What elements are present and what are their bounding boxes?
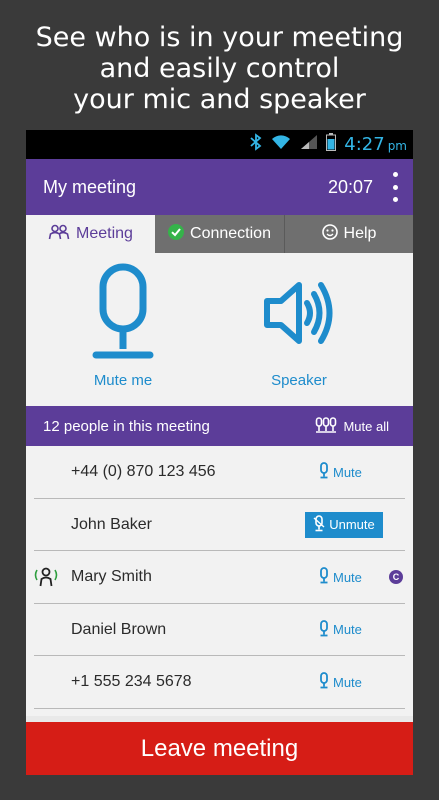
chairperson-badge: C <box>389 570 403 585</box>
participant-name: +44 (0) 870 123 456 <box>71 463 216 481</box>
speaking-person-icon <box>34 566 58 593</box>
audio-controls: Mute me Speaker <box>26 253 413 406</box>
group-mic-icon <box>315 416 337 437</box>
speaker-label: Speaker <box>271 372 327 389</box>
microphone-icon <box>319 567 329 587</box>
mute-label: Mute <box>333 569 362 585</box>
participant-name: +1 555 234 5678 <box>71 673 192 691</box>
tab-bar: Meeting Connection Help <box>26 215 413 253</box>
participant-name: Mary Smith <box>71 568 152 586</box>
signal-icon <box>300 134 318 155</box>
microphone-icon <box>88 263 158 367</box>
meeting-title: My meeting <box>43 176 137 197</box>
mute-me-label: Mute me <box>93 372 153 389</box>
list-item: +44 (0) 870 123 456 Mute <box>26 446 413 499</box>
leave-meeting-button[interactable]: Leave meeting <box>26 722 413 775</box>
phone-screen: 4:27 pm My meeting 20:07 Meeting Connecti… <box>26 130 413 775</box>
mute-participant-button[interactable]: Mute <box>319 619 362 640</box>
speaker-button[interactable]: Speaker <box>229 263 369 389</box>
people-icon <box>48 224 70 245</box>
unmute-label: Unmute <box>329 517 375 533</box>
microphone-icon <box>319 672 329 692</box>
mute-participant-button[interactable]: Mute <box>319 567 362 587</box>
participant-name: John Baker <box>71 515 152 533</box>
app-bar: My meeting 20:07 <box>26 159 413 215</box>
promo-line-3: your mic and speaker <box>73 84 366 115</box>
help-face-icon <box>321 223 338 245</box>
overflow-menu-icon[interactable] <box>391 172 399 202</box>
meeting-timer: 20:07 <box>327 176 373 197</box>
promo-line-1: See who is in your meeting <box>35 22 404 53</box>
tab-connection[interactable]: Connection <box>155 215 285 253</box>
participants-header: 12 people in this meeting Mute all <box>26 406 413 446</box>
mute-participant-button[interactable]: Mute <box>319 672 362 692</box>
status-time: 4:27 pm <box>344 134 407 155</box>
unmute-participant-button[interactable]: Unmute <box>305 511 383 538</box>
list-item: Daniel Brown Mute <box>26 604 413 657</box>
list-item: Mary Smith Mute C <box>26 551 413 604</box>
status-ampm: pm <box>387 139 407 153</box>
mute-all-label: Mute all <box>343 418 389 434</box>
battery-icon <box>326 133 337 156</box>
list-item: John Baker Unmute <box>26 499 413 552</box>
muted-microphone-icon <box>313 514 325 535</box>
promo-caption: See who is in your meeting and easily co… <box>0 22 439 115</box>
mute-label: Mute <box>333 622 362 638</box>
speaker-icon <box>259 282 339 367</box>
status-bar: 4:27 pm <box>26 130 413 159</box>
bluetooth-icon <box>250 133 262 156</box>
mute-label: Mute <box>333 464 362 480</box>
participant-name: Daniel Brown <box>71 620 167 638</box>
tab-meeting-label: Meeting <box>76 225 133 242</box>
list-item: +1 555 234 5678 Mute <box>26 656 413 709</box>
tab-help-label: Help <box>343 225 377 242</box>
check-circle-icon <box>168 223 185 245</box>
promo-line-2: and easily control <box>99 53 340 84</box>
wifi-icon <box>270 134 292 155</box>
participant-count: 12 people in this meeting <box>43 417 210 435</box>
tab-meeting[interactable]: Meeting <box>26 215 155 253</box>
microphone-icon <box>319 462 329 482</box>
mute-label: Mute <box>333 674 362 690</box>
mute-all-button[interactable]: Mute all <box>315 416 389 437</box>
participant-list: +44 (0) 870 123 456 Mute John Baker Unmu… <box>26 446 413 716</box>
tab-connection-label: Connection <box>190 225 271 242</box>
mute-participant-button[interactable]: Mute <box>319 462 362 482</box>
mute-me-button[interactable]: Mute me <box>53 263 193 389</box>
tab-help[interactable]: Help <box>285 215 413 253</box>
microphone-icon <box>319 619 329 640</box>
